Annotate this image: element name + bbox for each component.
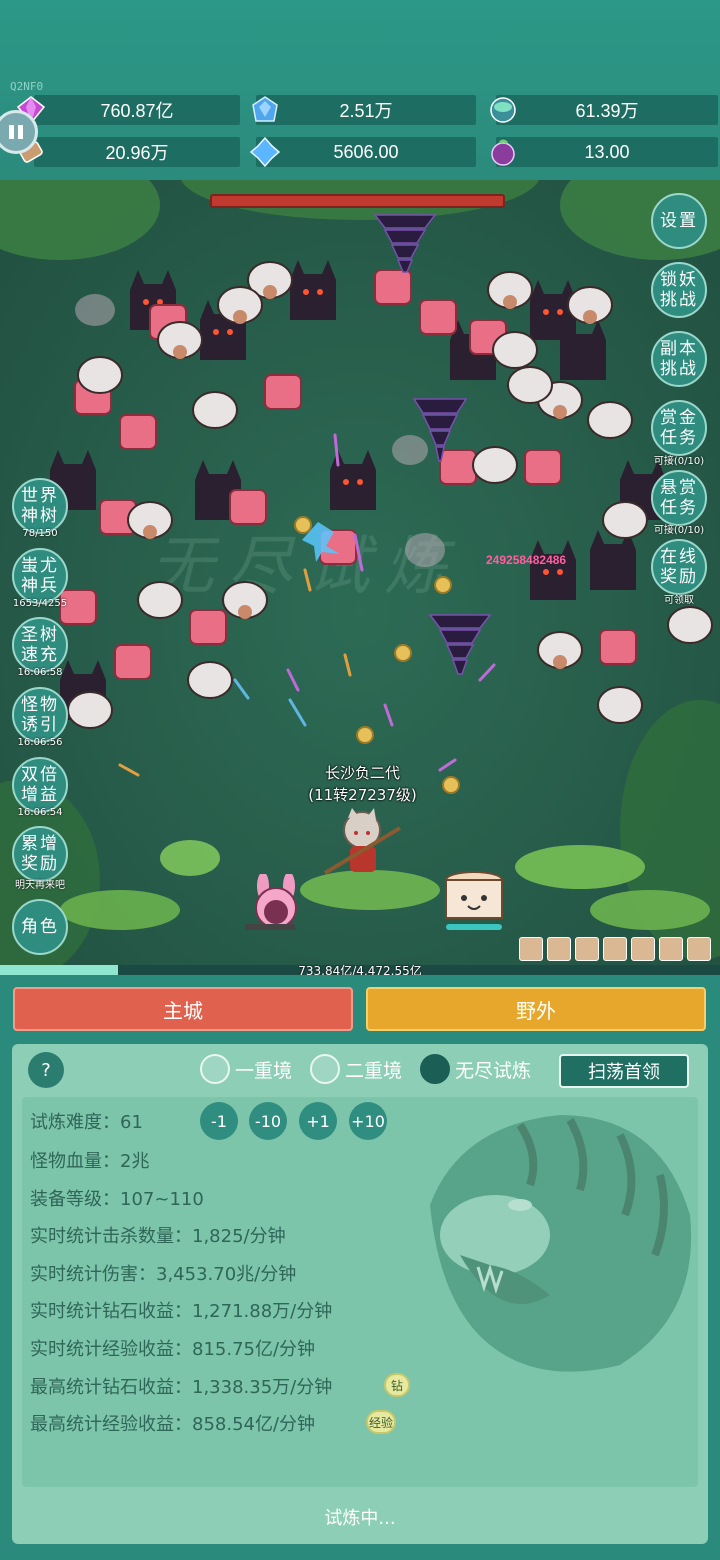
cumulative-reward-button[interactable]: 累增奖励: [12, 826, 68, 882]
chiyou-weapon-button[interactable]: 蚩尤神兵: [12, 548, 68, 604]
mode-label: 二重境: [345, 1059, 403, 1082]
bounty-gold-task-button[interactable]: 赏金任务: [651, 400, 707, 456]
exp-badge-icon: 经验: [366, 1410, 396, 1434]
mode-radio-1[interactable]: 一重境: [200, 1052, 292, 1086]
damage-popup: 249258482486: [486, 553, 567, 567]
resource-scroll-value: 20.96万: [34, 137, 240, 167]
exp-rate-stat: 实时统计经验收益：815.75亿/分钟: [30, 1339, 316, 1360]
skill-slot[interactable]: [547, 937, 571, 961]
hero-name: 长沙负二代: [324, 764, 400, 782]
chiyou-weapon-label: 蚩尤神兵: [21, 556, 59, 596]
diamond-rate-stat: 实时统计钻石收益：1,271.88万/分钟: [30, 1301, 333, 1322]
lock-demon-challenge-button[interactable]: 锁妖挑战: [651, 262, 707, 318]
bounty-gold-task-label: 赏金任务: [660, 408, 698, 448]
bounty-gold-task-status: 可接(0/10): [653, 456, 705, 467]
difficulty-minus-10-button[interactable]: -10: [249, 1102, 287, 1140]
equipment-level-stat: 装备等级：107~110: [30, 1189, 204, 1210]
pet-bunny-character: [245, 874, 297, 930]
purple-fruit-icon: [486, 135, 520, 169]
green-orb-icon: [486, 93, 520, 127]
skill-slot[interactable]: [687, 937, 711, 961]
resource-orb-value: 61.39万: [496, 95, 718, 125]
monster-lure-timer: 16:06:56: [17, 737, 63, 748]
online-reward-label: 在线奖励: [660, 547, 698, 587]
skill-slot[interactable]: [519, 937, 543, 961]
difficulty-minus-1-button[interactable]: -1: [200, 1102, 238, 1140]
hero-name-label: 长沙负二代 (11转27237级): [300, 762, 425, 806]
ice-crystal-icon: [248, 135, 282, 169]
settings-button[interactable]: 设置: [651, 193, 707, 249]
dungeon-challenge-button[interactable]: 副本挑战: [651, 331, 707, 387]
diamond-badge-icon: 钻: [384, 1373, 410, 1397]
radio-dot[interactable]: [200, 1054, 230, 1084]
mode-label: 一重境: [235, 1059, 293, 1082]
lock-demon-challenge-label: 锁妖挑战: [660, 270, 698, 310]
resource-crystal-value: 2.51万: [256, 95, 476, 125]
double-buff-timer: 16:06:54: [17, 807, 63, 818]
trial-status: 试炼中...: [324, 1508, 396, 1529]
chiyou-weapon-progress: 1653/4255: [12, 598, 68, 609]
difficulty-plus-10-button[interactable]: +10: [349, 1102, 387, 1140]
cumulative-reward-label: 累增奖励: [21, 834, 59, 874]
reward-task-button[interactable]: 悬赏任务: [651, 470, 707, 526]
tiger-illustration: [430, 1115, 692, 1372]
difficulty-plus-1-button[interactable]: +1: [299, 1102, 337, 1140]
skill-slot[interactable]: [631, 937, 655, 961]
hero-character: [323, 808, 402, 875]
holy-tree-charge-timer: 16:06:58: [17, 667, 63, 678]
kill-rate-stat: 实时统计击杀数量：1,825/分钟: [30, 1226, 286, 1247]
sweep-boss-button[interactable]: 扫荡首领: [559, 1054, 689, 1088]
stump-pet-character: [445, 871, 503, 930]
holy-tree-charge-button[interactable]: 圣树速充: [12, 617, 68, 673]
cumulative-reward-status: 明天再来吧: [15, 880, 65, 891]
character-button[interactable]: 角色: [12, 899, 68, 955]
server-tag: Q2NF0: [10, 80, 44, 93]
reward-task-status: 可接(0/10): [653, 525, 705, 536]
blue-crystal-icon: [248, 93, 282, 127]
monster-lure-label: 怪物诱引: [21, 695, 59, 735]
wild-tab[interactable]: 野外: [366, 987, 706, 1031]
world-tree-label: 世界神树: [21, 486, 59, 526]
world-tree-button[interactable]: 世界神树: [12, 478, 68, 534]
resource-ice-value: 5606.00: [256, 137, 476, 167]
dungeon-challenge-label: 副本挑战: [660, 339, 698, 379]
radio-dot[interactable]: [420, 1054, 450, 1084]
help-button[interactable]: ?: [28, 1052, 64, 1088]
double-buff-button[interactable]: 双倍增益: [12, 757, 68, 813]
max-exp-rate-stat: 最高统计经验收益：858.54亿/分钟: [30, 1414, 316, 1435]
double-buff-label: 双倍增益: [21, 765, 59, 805]
resource-diamond-value: 760.87亿: [34, 95, 240, 125]
skill-slot[interactable]: [575, 937, 599, 961]
radio-dot[interactable]: [310, 1054, 340, 1084]
hero-level: (11转27237级): [308, 786, 417, 804]
max-diamond-rate-stat: 最高统计钻石收益：1,338.35万/分钟: [30, 1377, 333, 1398]
difficulty-label: 试炼难度：61: [30, 1112, 143, 1133]
mode-label: 无尽试炼: [455, 1059, 532, 1082]
mode-radio-2[interactable]: 二重境: [310, 1052, 402, 1086]
online-reward-button[interactable]: 在线奖励: [651, 539, 707, 595]
damage-rate-stat: 实时统计伤害：3,453.70兆/分钟: [30, 1264, 297, 1285]
mode-radio-3[interactable]: 无尽试炼: [420, 1052, 531, 1086]
main-city-tab[interactable]: 主城: [13, 987, 353, 1031]
online-reward-status: 可领取: [664, 595, 694, 606]
skill-slot[interactable]: [659, 937, 683, 961]
battlefield: 无尽试炼 249258482486 长沙负二代 (11转27237级): [0, 180, 720, 965]
skill-slot[interactable]: [603, 937, 627, 961]
holy-tree-charge-label: 圣树速充: [21, 625, 59, 665]
monster-lure-button[interactable]: 怪物诱引: [12, 687, 68, 743]
resource-fruit-value: 13.00: [496, 137, 718, 167]
world-tree-progress: 78/150: [22, 528, 58, 539]
monster-hp-stat: 怪物血量：2兆: [30, 1151, 150, 1172]
reward-task-label: 悬赏任务: [660, 478, 698, 518]
